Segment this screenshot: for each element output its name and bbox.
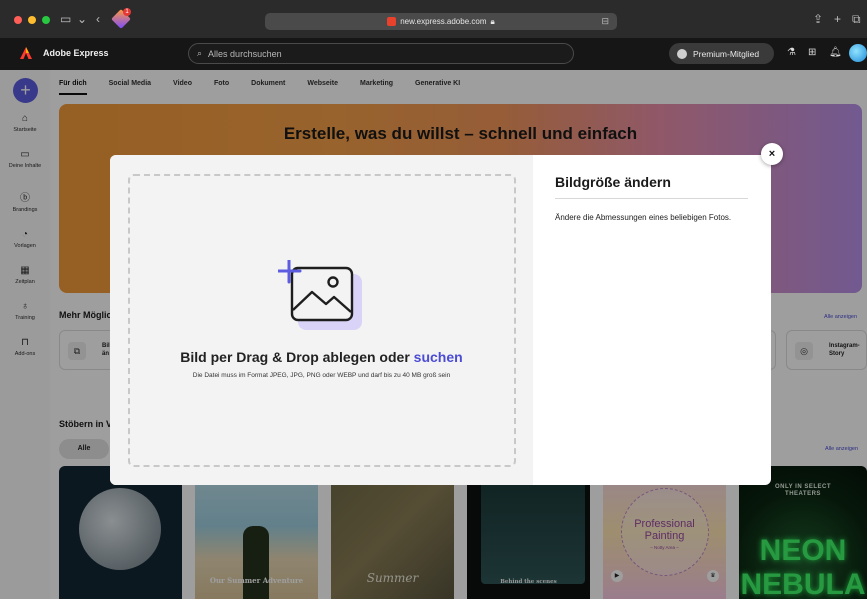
premium-button[interactable]: Premium-Mitglied [669, 43, 774, 64]
minimize-window-button[interactable] [28, 16, 36, 24]
lock-icon: 🔒︎ [490, 16, 495, 26]
drop-title-text: Bild per Drag & Drop ablegen oder [180, 349, 414, 365]
search-placeholder: Alles durchsuchen [208, 48, 282, 59]
browse-link[interactable]: suchen [414, 349, 463, 365]
crown-icon [677, 48, 687, 59]
flask-icon[interactable]: ⚗ [787, 47, 796, 58]
close-window-button[interactable] [14, 16, 22, 24]
brand-name: Adobe Express [43, 48, 109, 58]
avatar[interactable] [849, 44, 867, 62]
file-requirements: Die Datei muss im Format JPEG, JPG, PNG … [192, 372, 451, 379]
dialog-description: Ändere die Abmessungen eines beliebigen … [555, 213, 732, 222]
sidebar-toggle-icon[interactable]: ▭ [60, 12, 71, 26]
zoom-window-button[interactable] [42, 16, 50, 24]
site-favicon-icon [387, 17, 397, 26]
close-icon: × [768, 148, 776, 160]
browser-chrome: ▭ ⌄ ‹ 1 new.express.adobe.com 🔒︎ ⊟ ⇪ + ⧉ [0, 0, 867, 38]
apps-grid-icon[interactable]: ⊞ [808, 47, 816, 58]
bell-icon[interactable]: 🔔︎ [829, 47, 842, 58]
reader-icon[interactable]: ⊟ [601, 16, 609, 27]
url-bar[interactable]: new.express.adobe.com 🔒︎ ⊟ [265, 13, 617, 30]
resize-image-dialog: Bild per Drag & Drop ablegen oder suchen… [110, 155, 771, 485]
divider [555, 198, 748, 199]
share-icon[interactable]: ⇪ [813, 12, 823, 26]
chevron-down-icon[interactable]: ⌄ [77, 12, 87, 26]
back-icon[interactable]: ‹ [96, 12, 100, 26]
search-icon: ⌕ [197, 48, 203, 58]
url-text: new.express.adobe.com [400, 17, 487, 26]
adobe-express-logo-icon[interactable] [19, 46, 33, 60]
tabs-overview-icon[interactable]: ⧉ [852, 12, 861, 27]
drop-title: Bild per Drag & Drop ablegen oder suchen [110, 349, 533, 365]
extension-badge: 1 [123, 8, 131, 16]
upload-area: Bild per Drag & Drop ablegen oder suchen… [110, 155, 533, 485]
close-dialog-button[interactable]: × [761, 143, 783, 165]
dialog-title: Bildgröße ändern [555, 174, 671, 190]
search-input[interactable]: ⌕ Alles durchsuchen [188, 43, 574, 64]
premium-label: Premium-Mitglied [693, 48, 760, 59]
window-controls [14, 16, 50, 24]
add-image-icon [278, 260, 362, 330]
new-tab-icon[interactable]: + [834, 12, 841, 26]
